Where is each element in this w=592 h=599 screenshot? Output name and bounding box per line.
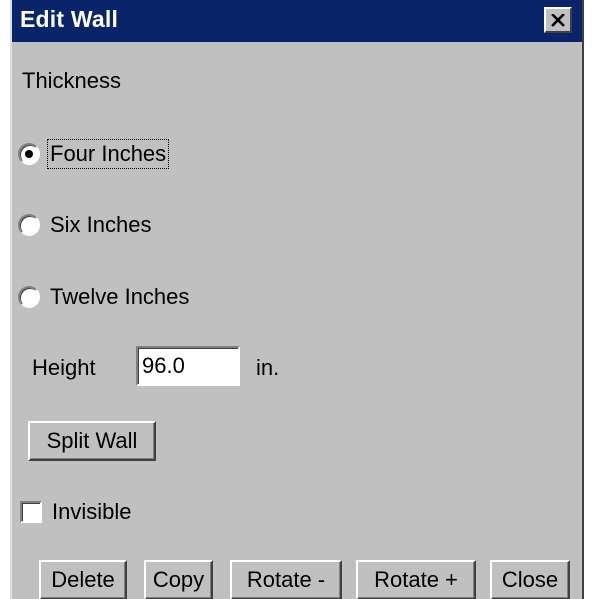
radio-four-inches[interactable]: Four Inches (18, 137, 170, 171)
radio-button-icon[interactable] (18, 214, 40, 236)
close-button[interactable]: Close (490, 560, 570, 599)
radio-twelve-inches[interactable]: Twelve Inches (18, 280, 191, 314)
delete-button[interactable]: Delete (39, 560, 127, 599)
height-input[interactable] (136, 346, 240, 386)
radio-six-inches[interactable]: Six Inches (18, 208, 154, 242)
height-label: Height (32, 355, 96, 380)
invisible-checkbox[interactable] (20, 501, 42, 523)
edit-wall-dialog: Edit Wall Thickness Four Inches Six Inch… (10, 0, 584, 599)
invisible-checkbox-row[interactable]: Invisible (20, 497, 131, 527)
radio-button-icon[interactable] (18, 286, 40, 308)
radio-label-twelve-inches[interactable]: Twelve Inches (48, 283, 191, 311)
radio-button-icon[interactable] (18, 143, 40, 165)
invisible-label[interactable]: Invisible (52, 499, 131, 525)
title-bar[interactable]: Edit Wall (12, 0, 582, 42)
window-title: Edit Wall (20, 6, 119, 32)
close-window-button[interactable] (544, 7, 572, 33)
height-unit-label: in. (256, 355, 280, 380)
thickness-label: Thickness (22, 68, 122, 93)
radio-label-four-inches[interactable]: Four Inches (46, 139, 170, 169)
rotate-minus-button[interactable]: Rotate - (230, 560, 342, 599)
split-wall-button[interactable]: Split Wall (28, 421, 156, 461)
close-x-icon (551, 13, 565, 27)
radio-selected-dot (25, 150, 33, 158)
radio-label-six-inches[interactable]: Six Inches (48, 211, 154, 239)
copy-button[interactable]: Copy (144, 560, 213, 599)
rotate-plus-button[interactable]: Rotate + (356, 560, 476, 599)
